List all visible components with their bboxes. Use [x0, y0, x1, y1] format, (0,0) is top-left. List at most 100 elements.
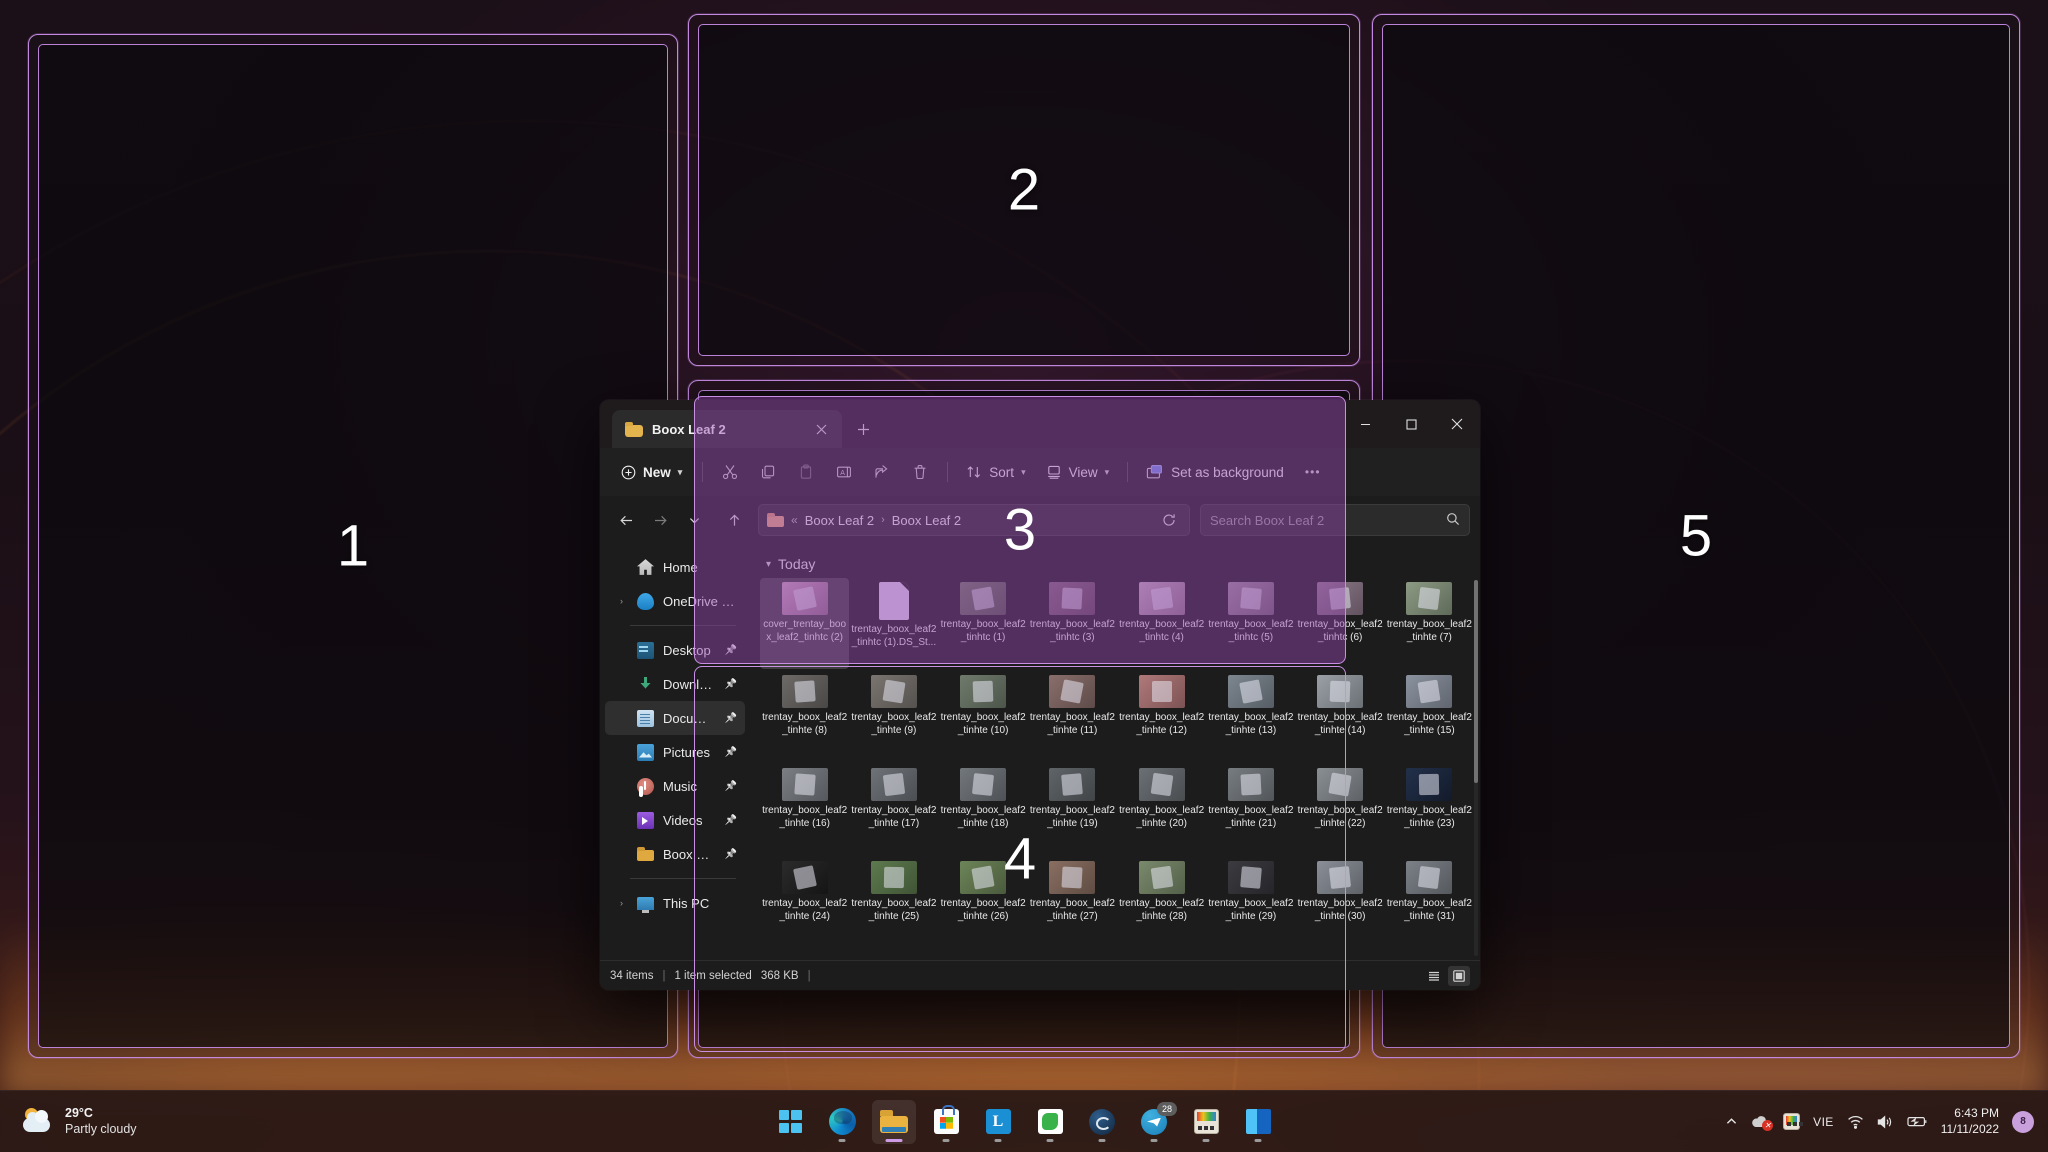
share-icon[interactable]	[864, 456, 900, 488]
view-button[interactable]: View ▾	[1037, 456, 1119, 488]
large-icons-view-icon[interactable]	[1448, 965, 1470, 986]
file-grid[interactable]: cover_trentay_boox_leaf2_tinhtc (2) trent…	[750, 578, 1480, 960]
file-item[interactable]: trentay_boox_leaf2_tinhte (17)	[849, 764, 938, 855]
pin-icon[interactable]: 📌	[725, 645, 737, 656]
file-item[interactable]: trentay_boox_leaf2_tinhte (18)	[939, 764, 1028, 855]
pin-icon[interactable]: 📌	[725, 679, 737, 690]
file-list-pane[interactable]: ▾ Today cover_trentay_boox_leaf2_tinhtc …	[750, 544, 1480, 960]
paste-icon[interactable]	[788, 456, 824, 488]
sidebar-item-desktop[interactable]: Desktop 📌	[605, 633, 745, 667]
pin-icon[interactable]: 📌	[725, 713, 737, 724]
command-bar[interactable]: New ▾ A Sort ▾ View ▾ Set as background …	[600, 448, 1480, 496]
navigation-pane[interactable]: Home›OneDrive - Pers Desktop📌Downloads📌Do…	[600, 544, 750, 960]
sidebar-item-boox-leaf-2[interactable]: Boox Leaf 2 📌	[605, 837, 745, 871]
sidebar-item-downloads[interactable]: Downloads 📌	[605, 667, 745, 701]
file-item[interactable]: trentay_boox_leaf2_tinhte (20)	[1117, 764, 1206, 855]
file-item[interactable]: trentay_boox_leaf2_tinhtc (5)	[1206, 578, 1295, 669]
file-item[interactable]: trentay_boox_leaf2_tinhte (22)	[1296, 764, 1385, 855]
file-explorer-window[interactable]: Boox Leaf 2 New ▾ A Sort ▾ View ▾ Set as…	[600, 400, 1480, 990]
file-item[interactable]: trentay_boox_leaf2_tinhtc (1).DS_St...	[849, 578, 938, 669]
new-button[interactable]: New ▾	[610, 456, 693, 488]
breadcrumb-bar[interactable]: « Boox Leaf 2 › Boox Leaf 2	[758, 504, 1190, 536]
snap-zone-2[interactable]: 2	[688, 14, 1360, 366]
file-item[interactable]: trentay_boox_leaf2_tinhte (11)	[1028, 671, 1117, 762]
taskbar[interactable]: 29°C Partly cloudy L 28 ✕ VIE 6:43 PM 11/…	[0, 1090, 2048, 1152]
chevron-right-icon[interactable]: ›	[615, 898, 628, 908]
taskbar-apps[interactable]: L 28	[768, 1099, 1280, 1144]
file-item[interactable]: trentay_boox_leaf2_tinhte (9)	[849, 671, 938, 762]
weather-widget[interactable]: 29°C Partly cloudy	[0, 1106, 137, 1137]
file-item[interactable]: trentay_boox_leaf2_tinhte (27)	[1028, 857, 1117, 948]
search-input[interactable]: Search Boox Leaf 2	[1200, 504, 1470, 536]
taskbar-telegram[interactable]: 28	[1132, 1100, 1177, 1144]
file-item[interactable]: trentay_boox_leaf2_tinhte (26)	[939, 857, 1028, 948]
onedrive-error-icon[interactable]: ✕	[1751, 1115, 1774, 1131]
pin-icon[interactable]: 📌	[725, 815, 737, 826]
window-controls[interactable]	[1342, 400, 1480, 448]
taskbar-evernote[interactable]	[1028, 1100, 1072, 1144]
sidebar-item-onedrive-pers[interactable]: › OneDrive - Pers	[605, 584, 745, 618]
file-item[interactable]: trentay_boox_leaf2_tinhte (21)	[1206, 764, 1295, 855]
taskbar-edge[interactable]	[820, 1100, 864, 1144]
file-item[interactable]: trentay_boox_leaf2_tinhte (19)	[1028, 764, 1117, 855]
explorer-tab[interactable]: Boox Leaf 2	[612, 410, 842, 448]
new-tab-icon[interactable]	[848, 414, 878, 444]
maximize-button[interactable]	[1388, 400, 1434, 448]
group-header-today[interactable]: ▾ Today	[750, 544, 1480, 578]
minimize-button[interactable]	[1342, 400, 1388, 448]
color-display-icon[interactable]	[1783, 1113, 1801, 1130]
sort-button[interactable]: Sort ▾	[957, 456, 1034, 488]
vertical-scrollbar[interactable]	[1474, 580, 1478, 956]
taskbar-blue-app[interactable]	[1236, 1100, 1280, 1144]
back-button[interactable]	[610, 504, 642, 536]
pin-icon[interactable]: 📌	[725, 747, 737, 758]
cut-icon[interactable]	[712, 456, 748, 488]
set-as-background-button[interactable]: Set as background	[1137, 456, 1293, 488]
file-item[interactable]: trentay_boox_leaf2_tinhte (15)	[1385, 671, 1474, 762]
file-item[interactable]: trentay_boox_leaf2_tinhte (24)	[760, 857, 849, 948]
more-options-icon[interactable]: •••	[1295, 456, 1331, 488]
file-item[interactable]: trentay_boox_leaf2_tinhte (28)	[1117, 857, 1206, 948]
chevron-down-icon[interactable]: ▾	[766, 559, 771, 570]
chevron-right-icon[interactable]: ›	[615, 596, 628, 606]
file-item[interactable]: trentay_boox_leaf2_tinhte (7)	[1385, 578, 1474, 669]
file-item[interactable]: trentay_boox_leaf2_tinhte (12)	[1117, 671, 1206, 762]
speaker-icon[interactable]	[1877, 1114, 1894, 1129]
sidebar-item-this-pc[interactable]: › This PC	[605, 886, 745, 920]
system-tray[interactable]: ✕ VIE 6:43 PM 11/11/2022 8	[1725, 1106, 2034, 1137]
sidebar-item-videos[interactable]: Videos 📌	[605, 803, 745, 837]
sidebar-item-documents[interactable]: Documents 📌	[605, 701, 745, 735]
file-item[interactable]: cover_trentay_boox_leaf2_tinhtc (2)	[760, 578, 850, 669]
file-item[interactable]: trentay_boox_leaf2_tinhte (29)	[1206, 857, 1295, 948]
up-button[interactable]	[718, 504, 750, 536]
chevron-up-icon[interactable]	[1725, 1115, 1738, 1128]
taskbar-localsend[interactable]: L	[976, 1100, 1020, 1144]
recent-locations-button[interactable]	[678, 504, 710, 536]
file-item[interactable]: trentay_boox_leaf2_tinhte (30)	[1296, 857, 1385, 948]
taskbar-microsoft-store[interactable]	[924, 1100, 968, 1144]
close-tab-icon[interactable]	[808, 417, 834, 441]
notification-badge[interactable]: 8	[2012, 1110, 2034, 1133]
file-item[interactable]: trentay_boox_leaf2_tinhte (14)	[1296, 671, 1385, 762]
snap-zone-1[interactable]: 1	[28, 34, 678, 1058]
file-item[interactable]: trentay_boox_leaf2_tinhtc (1)	[939, 578, 1028, 669]
file-item[interactable]: trentay_boox_leaf2_tinhtc (6)	[1296, 578, 1385, 669]
breadcrumb-item[interactable]: Boox Leaf 2	[892, 513, 961, 528]
file-item[interactable]: trentay_boox_leaf2_tinhte (13)	[1206, 671, 1295, 762]
sidebar-item-pictures[interactable]: Pictures 📌	[605, 735, 745, 769]
file-item[interactable]: trentay_boox_leaf2_tinhte (31)	[1385, 857, 1474, 948]
wifi-icon[interactable]	[1847, 1115, 1864, 1129]
file-item[interactable]: trentay_boox_leaf2_tinhte (23)	[1385, 764, 1474, 855]
refresh-icon[interactable]	[1157, 508, 1181, 532]
file-item[interactable]: trentay_boox_leaf2_tinhte (25)	[849, 857, 938, 948]
file-item[interactable]: trentay_boox_leaf2_tinhte (16)	[760, 764, 849, 855]
taskbar-color-picker[interactable]	[1184, 1100, 1228, 1144]
breadcrumb-item[interactable]: Boox Leaf 2	[805, 513, 874, 528]
file-item[interactable]: trentay_boox_leaf2_tinhte (10)	[939, 671, 1028, 762]
clock[interactable]: 6:43 PM 11/11/2022	[1941, 1106, 1999, 1137]
view-mode-toggle[interactable]	[1423, 965, 1470, 986]
battery-icon[interactable]	[1907, 1115, 1928, 1128]
close-button[interactable]	[1434, 400, 1480, 448]
sidebar-item-home[interactable]: Home	[605, 550, 745, 584]
file-item[interactable]: trentay_boox_leaf2_tinhtc (4)	[1117, 578, 1206, 669]
